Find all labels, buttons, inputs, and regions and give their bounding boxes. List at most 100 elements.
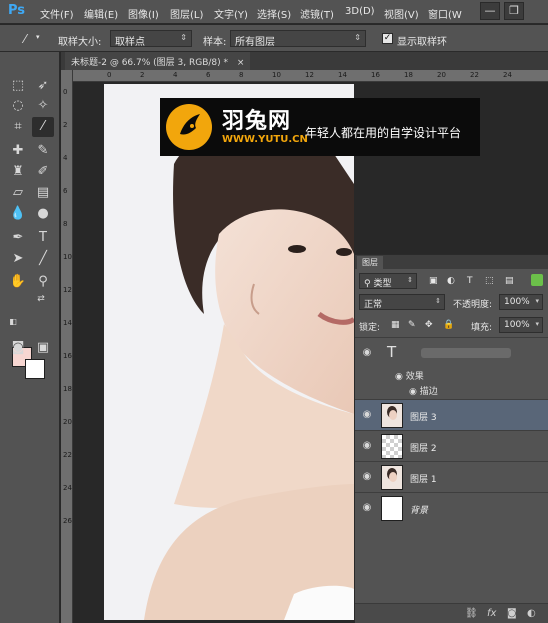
menu-file[interactable]: 文件(F)	[40, 6, 74, 21]
stroke-eye-icon[interactable]: ◉	[409, 387, 420, 397]
fill-input[interactable]: 100% ▾	[499, 317, 543, 333]
ruler-horizontal: 0 2 4 6 8 10 12 14 16 18 20 22 24	[73, 70, 548, 82]
effects-eye-icon[interactable]: ◉	[395, 372, 406, 382]
document-tab[interactable]: 未标题-2 @ 66.7% (图层 3, RGB/8) * ×	[65, 52, 251, 70]
menu-layer[interactable]: 图层(L)	[170, 6, 203, 21]
ruler-tick-label: 22	[63, 451, 72, 459]
ruler-tick-label: 20	[437, 71, 446, 79]
path-selection-tool-icon[interactable]: ➤	[7, 249, 29, 269]
layer-row-text[interactable]: ◉ T	[355, 337, 548, 367]
eyedropper-tool-icon[interactable]: ⁄	[32, 117, 54, 137]
filter-shape-icon[interactable]: ⬚	[485, 276, 494, 286]
ruler-tick-label: 26	[63, 517, 72, 525]
type-tool-icon[interactable]: T	[32, 228, 54, 248]
menu-3d[interactable]: 3D(D)	[345, 6, 375, 17]
menu-window[interactable]: 窗口(W	[428, 6, 462, 21]
visibility-eye-icon[interactable]: ◉	[361, 347, 373, 359]
layer-row-1[interactable]: ◉ 图层 1	[355, 461, 548, 492]
menu-view[interactable]: 视图(V)	[384, 6, 419, 21]
ruler-tick-label: 20	[63, 418, 72, 426]
line-tool-icon[interactable]: ╱	[32, 249, 54, 269]
photoshop-logo: Ps	[8, 3, 26, 18]
history-brush-tool-icon[interactable]: ✐	[32, 162, 54, 182]
dropdown-arrow-icon: ▾	[535, 297, 539, 305]
add-mask-icon[interactable]: ◙	[507, 608, 517, 619]
sample-label: 样本:	[203, 37, 227, 48]
layer-thumbnail	[381, 465, 403, 490]
healing-brush-tool-icon[interactable]: ✚	[7, 141, 29, 161]
zoom-tool-icon[interactable]: ⚲	[32, 272, 54, 292]
ruler-tick-label: 24	[503, 71, 512, 79]
menu-select[interactable]: 选择(S)	[257, 6, 291, 21]
gradient-tool-icon[interactable]: ▤	[32, 183, 54, 203]
default-colors-icon[interactable]: ◧	[7, 316, 19, 328]
opacity-input[interactable]: 100% ▾	[499, 294, 543, 310]
filter-pixel-icon[interactable]: ▣	[429, 276, 438, 286]
magic-wand-tool-icon[interactable]: ✧	[32, 96, 54, 116]
filter-toggle-icon[interactable]	[531, 274, 543, 286]
minimize-button[interactable]: —	[480, 2, 500, 20]
sample-dropdown[interactable]: 所有图层 ⇕	[230, 30, 366, 48]
lasso-tool-icon[interactable]: ◌	[7, 96, 29, 116]
visibility-eye-icon[interactable]: ◉	[361, 440, 373, 452]
lock-position-icon[interactable]: ✥	[425, 320, 433, 330]
menu-type[interactable]: 文字(Y)	[214, 6, 248, 21]
background-color-swatch[interactable]	[25, 359, 45, 379]
layer-row-3[interactable]: ◉ 图层 3	[355, 399, 548, 430]
quick-mask-icon[interactable]: ◙	[7, 338, 29, 358]
fill-value: 100%	[504, 320, 530, 330]
filter-smart-object-icon[interactable]: ▤	[505, 276, 514, 286]
link-layers-icon[interactable]: ⛓	[465, 608, 478, 619]
ruler-tick-label: 18	[63, 385, 72, 393]
tab-layers[interactable]: 图层	[357, 256, 383, 269]
layers-panel: 图层 ⚲ 类型 ⇕ ▣ ◐ T ⬚ ▤ 正常 ⇕ 不透明度: 100% ▾ 锁定…	[354, 254, 548, 623]
hand-tool-icon[interactable]: ✋	[7, 272, 29, 292]
tool-preset-arrow-icon[interactable]: ▾	[36, 33, 40, 41]
visibility-eye-icon[interactable]: ◉	[361, 409, 373, 421]
menu-image[interactable]: 图像(I)	[128, 6, 159, 21]
sample-size-dropdown[interactable]: 取样点 ⇕	[110, 30, 192, 48]
screen-mode-icon[interactable]: ▣	[32, 338, 54, 358]
marquee-tool-icon[interactable]: ⬚	[7, 76, 29, 96]
filter-type-icon[interactable]: T	[467, 276, 473, 286]
filter-adjustment-icon[interactable]: ◐	[447, 276, 455, 286]
blend-mode-value: 正常	[364, 300, 383, 310]
dodge-tool-icon[interactable]: ●	[32, 204, 54, 224]
swap-colors-icon[interactable]: ⇄	[34, 292, 48, 306]
blur-tool-icon[interactable]: 💧	[7, 204, 29, 224]
clone-stamp-tool-icon[interactable]: ♜	[7, 162, 29, 182]
filter-kind-dropdown[interactable]: ⚲ 类型 ⇕	[359, 273, 417, 289]
layer-row-background[interactable]: ◉ 背景	[355, 492, 548, 523]
pen-tool-icon[interactable]: ✒	[7, 228, 29, 248]
ruler-tick-label: 0	[107, 71, 112, 79]
stroke-effect-row[interactable]: ◉ 描边	[409, 384, 438, 398]
visibility-eye-icon[interactable]: ◉	[361, 471, 373, 483]
show-ring-checkbox[interactable]: ✓	[382, 33, 393, 44]
restore-button[interactable]: ❐	[504, 2, 524, 20]
close-tab-icon[interactable]: ×	[237, 58, 245, 68]
lock-all-icon[interactable]: 🔒	[443, 320, 454, 330]
menu-edit[interactable]: 编辑(E)	[84, 6, 118, 21]
eraser-tool-icon[interactable]: ▱	[7, 183, 29, 203]
adjustment-layer-icon[interactable]: ◐	[527, 608, 536, 619]
menu-filter[interactable]: 滤镜(T)	[300, 6, 334, 21]
lock-row: 锁定: ▦ ✎ ✥ 🔒 填充: 100% ▾	[355, 315, 548, 335]
brush-tool-icon[interactable]: ✎	[32, 141, 54, 161]
dropdown-arrow-icon: ⇕	[407, 276, 413, 284]
layer-thumbnail	[381, 403, 403, 428]
layer-row-2[interactable]: ◉ 图层 2	[355, 430, 548, 461]
eyedropper-icon[interactable]: ⁄	[14, 29, 36, 49]
effects-row[interactable]: ◉ 效果	[395, 369, 424, 383]
lock-image-icon[interactable]: ✎	[408, 320, 416, 330]
crop-tool-icon[interactable]: ⌗	[7, 117, 29, 137]
layer-name: 背景	[410, 506, 429, 516]
move-tool-icon[interactable]: ➶	[32, 76, 54, 96]
ruler-tick-label: 22	[470, 71, 479, 79]
fill-label: 填充:	[471, 323, 493, 333]
layer-style-icon[interactable]: fx	[487, 608, 496, 619]
visibility-eye-icon[interactable]: ◉	[361, 502, 373, 514]
ruler-tick-label: 10	[63, 253, 72, 261]
lock-transparent-icon[interactable]: ▦	[391, 320, 400, 330]
blend-mode-dropdown[interactable]: 正常 ⇕	[359, 294, 445, 310]
canvas[interactable]	[104, 84, 354, 620]
